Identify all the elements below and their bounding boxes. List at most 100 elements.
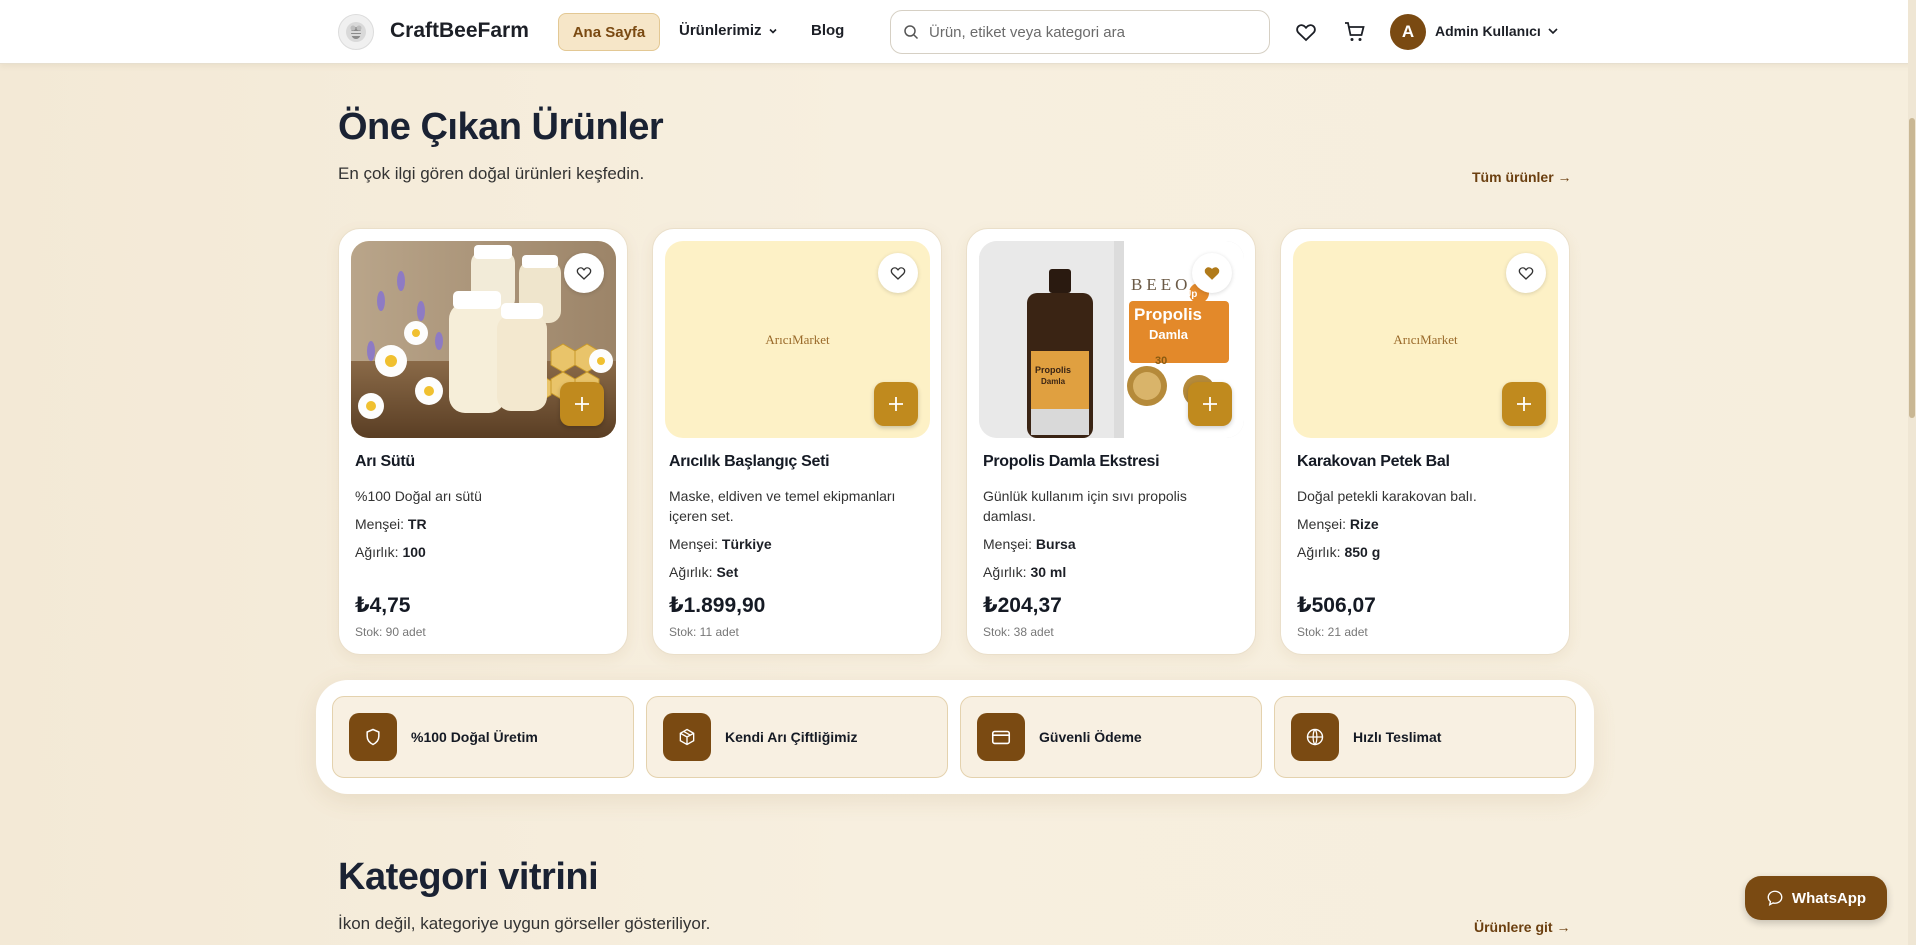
product-description: %100 Doğal arı sütü xyxy=(355,488,482,504)
origin-label: Menşei: xyxy=(669,536,719,552)
feature-icon-box xyxy=(977,713,1025,761)
weight-value: Set xyxy=(716,564,739,580)
product-image[interactable]: ArıcıMarket xyxy=(665,241,930,438)
product-card[interactable]: ArıcıMarket Arıcılık Başlangıç Seti Mask… xyxy=(652,228,942,655)
feature-own-farm: Kendi Arı Çiftliğimiz xyxy=(646,696,948,778)
heart-icon[interactable] xyxy=(1294,20,1318,44)
origin-label: Menşei: xyxy=(983,536,1033,552)
brand-name[interactable]: CraftBeeFarm xyxy=(390,19,529,43)
heart-icon xyxy=(576,267,592,280)
product-description: Günlük kullanım için sıvı propolis damla… xyxy=(983,488,1187,524)
product-stock: Stok: 90 adet xyxy=(355,625,426,639)
feature-secure-payment: Güvenli Ödeme xyxy=(960,696,1262,778)
origin-value: Türkiye xyxy=(721,536,772,552)
product-origin: Menşei: Türkiye xyxy=(669,536,772,552)
product-image[interactable] xyxy=(351,241,616,438)
weight-value: 850 g xyxy=(1344,544,1381,560)
feature-icon-box xyxy=(349,713,397,761)
product-card[interactable]: BEEO Up Propolis Damla 30 Propolis Damla… xyxy=(966,228,1256,655)
nav-blog-link[interactable]: Blog xyxy=(811,22,844,39)
package-type: Damla xyxy=(1149,327,1189,342)
product-price: ₺506,07 xyxy=(1297,594,1376,617)
search-input[interactable] xyxy=(929,23,1249,41)
plus-icon xyxy=(1517,397,1531,411)
whatsapp-button[interactable]: WhatsApp xyxy=(1745,876,1887,920)
origin-value: Rize xyxy=(1349,516,1379,532)
add-to-cart-button[interactable] xyxy=(1188,382,1232,426)
origin-value: Bursa xyxy=(1035,536,1076,552)
add-to-cart-button[interactable] xyxy=(560,382,604,426)
product-weight: Ağırlık: 850 g xyxy=(1297,544,1380,560)
search-box[interactable] xyxy=(890,10,1270,54)
heart-filled-icon xyxy=(1204,267,1220,280)
feature-label: Hızlı Teslimat xyxy=(1353,729,1442,745)
go-to-products-link[interactable]: Ürünlere git → xyxy=(1474,919,1570,935)
product-card[interactable]: Arı Sütü %100 Doğal arı sütü Menşei: TR … xyxy=(338,228,628,655)
favorite-button[interactable] xyxy=(878,253,918,293)
heart-icon xyxy=(1518,267,1534,280)
bottle-product: Propolis xyxy=(1035,365,1072,375)
nav-products-dropdown[interactable]: Ürünlerimiz xyxy=(679,22,778,39)
feature-icon-box xyxy=(663,713,711,761)
product-origin: Menşei: Bursa xyxy=(983,536,1076,552)
chevron-down-icon[interactable] xyxy=(1546,24,1560,38)
weight-label: Ağırlık: xyxy=(669,564,713,580)
weight-value: 100 xyxy=(402,544,426,560)
product-weight: Ağırlık: 30 ml xyxy=(983,564,1066,580)
product-description: Doğal petekli karakovan balı. xyxy=(1297,488,1477,504)
product-origin: Menşei: TR xyxy=(355,516,427,532)
feature-label: Güvenli Ödeme xyxy=(1039,729,1142,745)
cart-icon[interactable] xyxy=(1343,20,1367,44)
product-name[interactable]: Arıcılık Başlangıç Seti xyxy=(669,453,830,471)
bee-icon xyxy=(346,22,366,42)
package-brand: BEEO xyxy=(1131,275,1192,294)
all-products-link[interactable]: Tüm ürünler → xyxy=(1472,169,1572,185)
origin-value: TR xyxy=(407,516,427,532)
plus-icon xyxy=(889,397,903,411)
chat-bubble-icon xyxy=(1767,890,1783,907)
origin-label: Menşei: xyxy=(1297,516,1347,532)
product-stock: Stok: 21 adet xyxy=(1297,625,1368,639)
weight-label: Ağırlık: xyxy=(1297,544,1341,560)
product-weight: Ağırlık: 100 xyxy=(355,544,426,560)
user-avatar[interactable]: A xyxy=(1390,14,1426,50)
user-menu-name[interactable]: Admin Kullanıcı xyxy=(1435,23,1541,39)
weight-label: Ağırlık: xyxy=(983,564,1027,580)
feature-fast-delivery: Hızlı Teslimat xyxy=(1274,696,1576,778)
package-product: Propolis xyxy=(1134,305,1203,324)
nav-home-link[interactable]: Ana Sayfa xyxy=(558,13,660,51)
product-name[interactable]: Arı Sütü xyxy=(355,453,415,471)
featured-section-subtitle: En çok ilgi gören doğal ürünleri keşfedi… xyxy=(338,164,645,183)
product-name[interactable]: Propolis Damla Ekstresi xyxy=(983,453,1160,471)
plus-icon xyxy=(1203,397,1217,411)
product-origin: Menşei: Rize xyxy=(1297,516,1379,532)
package-line: Up xyxy=(1184,289,1198,300)
brand-logo[interactable] xyxy=(338,14,374,50)
product-card[interactable]: ArıcıMarket Karakovan Petek Bal Doğal pe… xyxy=(1280,228,1570,655)
heart-icon xyxy=(890,267,906,280)
shield-icon xyxy=(366,728,380,746)
credit-card-icon xyxy=(991,730,1011,745)
page-scrollbar-thumb[interactable] xyxy=(1909,118,1915,418)
favorite-button[interactable] xyxy=(1192,253,1232,293)
weight-label: Ağırlık: xyxy=(355,544,399,560)
favorite-button[interactable] xyxy=(564,253,604,293)
box-icon xyxy=(679,728,695,746)
category-section-title: Kategori vitrini xyxy=(338,856,599,898)
origin-label: Menşei: xyxy=(355,516,405,532)
product-stock: Stok: 38 adet xyxy=(983,625,1054,639)
product-price: ₺4,75 xyxy=(355,594,411,617)
top-navbar: CraftBeeFarm Ana Sayfa Ürünlerimiz Blog … xyxy=(0,0,1916,64)
feature-label: %100 Doğal Üretim xyxy=(411,729,538,745)
add-to-cart-button[interactable] xyxy=(874,382,918,426)
product-price: ₺1.899,90 xyxy=(669,594,766,617)
whatsapp-label: WhatsApp xyxy=(1791,889,1867,907)
product-image[interactable]: ArıcıMarket xyxy=(1293,241,1558,438)
favorite-button[interactable] xyxy=(1506,253,1546,293)
add-to-cart-button[interactable] xyxy=(1502,382,1546,426)
feature-icon-box xyxy=(1291,713,1339,761)
product-name[interactable]: Karakovan Petek Bal xyxy=(1297,453,1450,471)
featured-section-title: Öne Çıkan Ürünler xyxy=(338,106,664,148)
product-image[interactable]: BEEO Up Propolis Damla 30 Propolis Damla xyxy=(979,241,1244,438)
package-tag: 30 xyxy=(1155,355,1168,367)
